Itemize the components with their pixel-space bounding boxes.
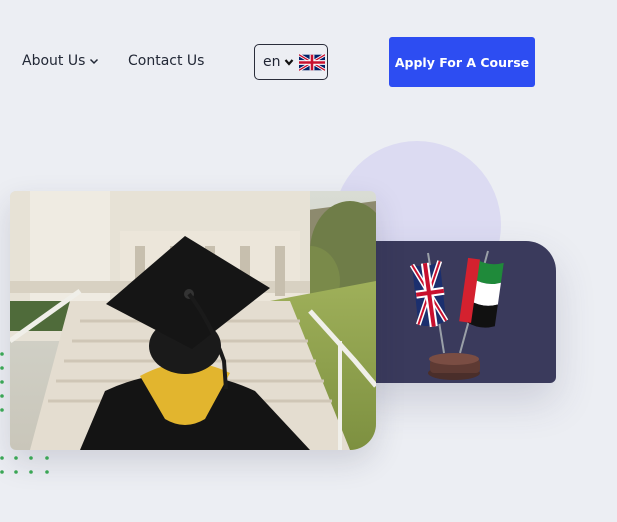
uk-flag-icon xyxy=(298,53,325,71)
nav-about-label: About Us xyxy=(22,53,86,69)
chevron-down-icon xyxy=(90,58,99,65)
language-value: en xyxy=(263,54,281,70)
language-select[interactable]: en xyxy=(254,44,328,80)
decorative-dots xyxy=(0,352,49,474)
nav-about-us[interactable]: About Us xyxy=(22,53,99,69)
nav-contact-label: Contact Us xyxy=(128,53,205,69)
graduate-photo xyxy=(10,191,376,450)
flags-image xyxy=(354,241,556,383)
apply-course-button[interactable]: Apply For A Course xyxy=(389,37,535,87)
chevron-down-icon xyxy=(284,59,293,66)
nav-contact-us[interactable]: Contact Us xyxy=(128,53,204,69)
